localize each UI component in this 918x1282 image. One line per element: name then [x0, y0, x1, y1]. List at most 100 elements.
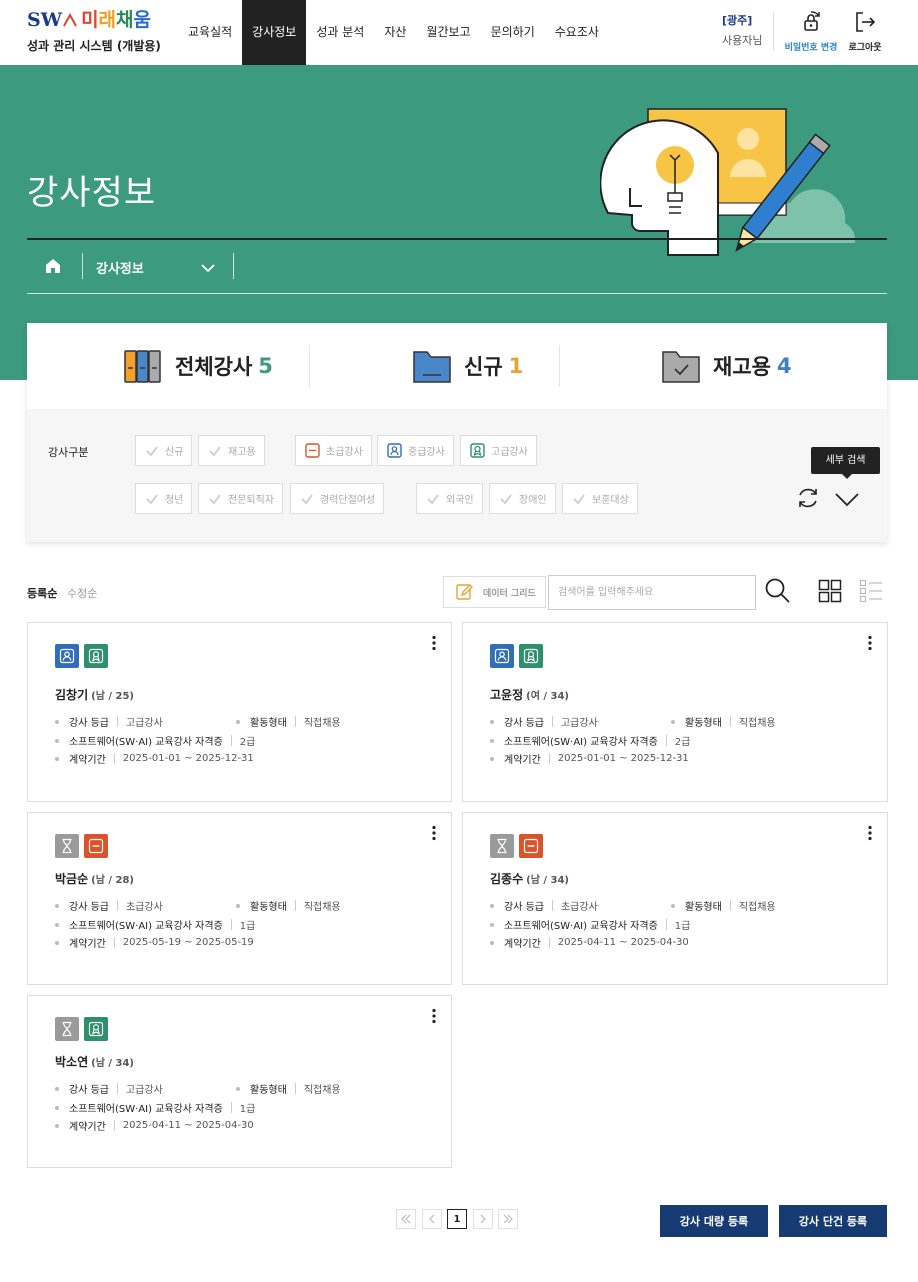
card-menu-button[interactable] [431, 635, 437, 655]
view-list-toggle[interactable] [859, 579, 883, 607]
data-grid-label: 데이터 그리드 [483, 588, 536, 599]
instructor-name-line: 고윤정 (여 / 34) [490, 686, 569, 703]
bullet-dot [55, 719, 59, 724]
home-button[interactable] [44, 257, 62, 279]
bullet-dot [55, 940, 59, 945]
search-button[interactable] [764, 577, 792, 609]
filter-chip-disabled[interactable]: 장애인 [489, 483, 556, 514]
reset-filter-button[interactable] [795, 485, 821, 515]
advanced-icon [470, 443, 485, 458]
password-change-label: 비밀번호 변경 [784, 43, 838, 53]
sort-by-register[interactable]: 등록순 [27, 585, 57, 601]
detail-search-toggle[interactable] [834, 489, 860, 513]
stat-new[interactable]: 신규 1 [412, 323, 523, 409]
nav-item-assets[interactable]: 자산 [374, 0, 416, 65]
bulk-register-button[interactable]: 강사 대량 등록 [660, 1205, 768, 1237]
activity-value: 직접채용 [303, 902, 341, 913]
instructor-card[interactable]: 박소연 (남 / 34) 강사 등급 고급강사 활동형태 직접채용 소프트웨어(SW·… [27, 995, 452, 1168]
brand-mark-icon [63, 12, 77, 27]
logout-button[interactable]: 로그아웃 [846, 10, 884, 53]
instructor-card[interactable]: 김창기 (남 / 25) 강사 등급 고급강사 활동형태 직접채용 소프트웨어(SW·… [27, 622, 452, 802]
activity-field: 활동형태 직접채용 [671, 714, 776, 729]
grade-key: 강사 등급 [504, 902, 544, 913]
instructor-card[interactable]: 고윤정 (여 / 34) 강사 등급 고급강사 활동형태 직접채용 소프트웨어(SW·… [462, 622, 888, 802]
field-divider [665, 919, 667, 930]
cert-key: 소프트웨어(SW·AI) 교육강사 자격증 [504, 921, 658, 932]
card-menu-button[interactable] [431, 825, 437, 845]
filter-chip-rehire[interactable]: 재고용 [198, 435, 265, 466]
brand-logo: SW 미래채움 [27, 8, 161, 32]
filter-chip-new[interactable]: 신규 [135, 435, 193, 466]
brand-ko-2: 래 [98, 9, 117, 31]
field-divider [294, 1083, 296, 1094]
breadcrumb-select[interactable]: 강사정보 [96, 258, 144, 277]
filter-chip-label: 장애인 [519, 495, 547, 506]
advanced-icon [519, 644, 543, 668]
instructor-name: 박소연 [55, 1055, 89, 1069]
data-grid-button[interactable]: 데이터 그리드 [443, 576, 546, 608]
filter-chip-veteran[interactable]: 보훈대상 [562, 483, 638, 514]
card-menu-button[interactable] [867, 635, 873, 655]
stat-all[interactable]: 전체강사 5 [123, 323, 273, 409]
filter-chip-intermediate[interactable]: 중급강사 [377, 435, 454, 466]
nav-item-analysis[interactable]: 성과 분석 [306, 0, 374, 65]
nav-item-instructor[interactable]: 강사정보 [242, 0, 307, 65]
activity-key: 활동형태 [685, 718, 722, 729]
instructor-name: 박금순 [55, 872, 89, 886]
grade-value: 고급강사 [125, 1085, 163, 1096]
bullet-dot [490, 756, 494, 761]
nav-item-survey[interactable]: 수요조사 [545, 0, 609, 65]
breadcrumb-dropdown[interactable] [200, 260, 216, 280]
cert-value: 1급 [674, 921, 691, 932]
page-first-button[interactable] [396, 1209, 416, 1229]
nav-item-education[interactable]: 교육실적 [178, 0, 242, 65]
instructor-meta: (남 / 28) [91, 875, 134, 886]
brand-ko-4: 움 [133, 9, 151, 31]
instructor-card[interactable]: 박금순 (남 / 28) 강사 등급 초급강사 활동형태 직접채용 소프트웨어(SW·… [27, 812, 452, 985]
filter-chip-retired[interactable]: 전문퇴직자 [198, 483, 283, 514]
activity-value: 직접채용 [738, 718, 776, 729]
list-view-icon [859, 579, 882, 603]
activity-key: 활동형태 [250, 718, 287, 729]
filter-chip-advanced[interactable]: 고급강사 [460, 435, 537, 466]
instructor-card[interactable]: 김종수 (남 / 34) 강사 등급 초급강사 활동형태 직접채용 소프트웨어(SW·… [462, 812, 888, 985]
period-key: 계약기간 [504, 755, 541, 766]
search-input[interactable] [548, 575, 756, 610]
user-role: 사용자님 [722, 34, 763, 47]
period-key: 계약기간 [504, 939, 541, 950]
double-chevron-left-icon [401, 1214, 411, 1224]
cert-row: 소프트웨어(SW·AI) 교육강사 자격증 1급 [55, 917, 255, 932]
activity-key: 활동형태 [685, 902, 722, 913]
grade-row: 강사 등급 초급강사 활동형태 직접채용 [55, 898, 341, 913]
grade-badges [55, 644, 113, 668]
card-menu-button[interactable] [867, 825, 873, 845]
card-menu-button[interactable] [431, 1008, 437, 1028]
filter-chip-beginner[interactable]: 초급강사 [295, 435, 372, 466]
field-divider [113, 1120, 115, 1131]
single-register-button[interactable]: 강사 단건 등록 [779, 1205, 887, 1237]
nav-item-monthly[interactable]: 월간보고 [416, 0, 480, 65]
activity-value: 직접채용 [303, 718, 341, 729]
sort-by-modified[interactable]: 수정순 [67, 585, 97, 601]
nav-item-inquiry[interactable]: 문의하기 [481, 0, 545, 65]
page-next-button[interactable] [473, 1209, 493, 1229]
period-value: 2025-01-01 ~ 2025-12-31 [122, 753, 254, 764]
filter-chip-foreigner[interactable]: 외국인 [416, 483, 483, 514]
logout-icon [856, 12, 876, 32]
filter-chip-career-break[interactable]: 경력단절여성 [290, 483, 385, 514]
filter-chip-youth[interactable]: 청년 [135, 483, 193, 514]
check-icon [301, 493, 313, 504]
page-number-current[interactable]: 1 [447, 1209, 467, 1229]
page-prev-button[interactable] [422, 1209, 442, 1229]
grade-value: 고급강사 [560, 718, 598, 729]
stat-rehire[interactable]: 재고용 4 [661, 323, 792, 409]
bullet-dot [671, 719, 675, 724]
page-last-button[interactable] [498, 1209, 518, 1229]
view-card-toggle[interactable] [818, 579, 842, 607]
password-change-button[interactable]: 비밀번호 변경 [780, 10, 842, 53]
grade-key: 강사 등급 [504, 718, 544, 729]
activity-key: 활동형태 [250, 902, 287, 913]
logo[interactable]: SW 미래채움 성과 관리 시스템 (개발용) [27, 8, 161, 54]
filter-chip-label: 보훈대상 [592, 495, 629, 506]
filter-chip-label: 중급강사 [408, 447, 445, 458]
